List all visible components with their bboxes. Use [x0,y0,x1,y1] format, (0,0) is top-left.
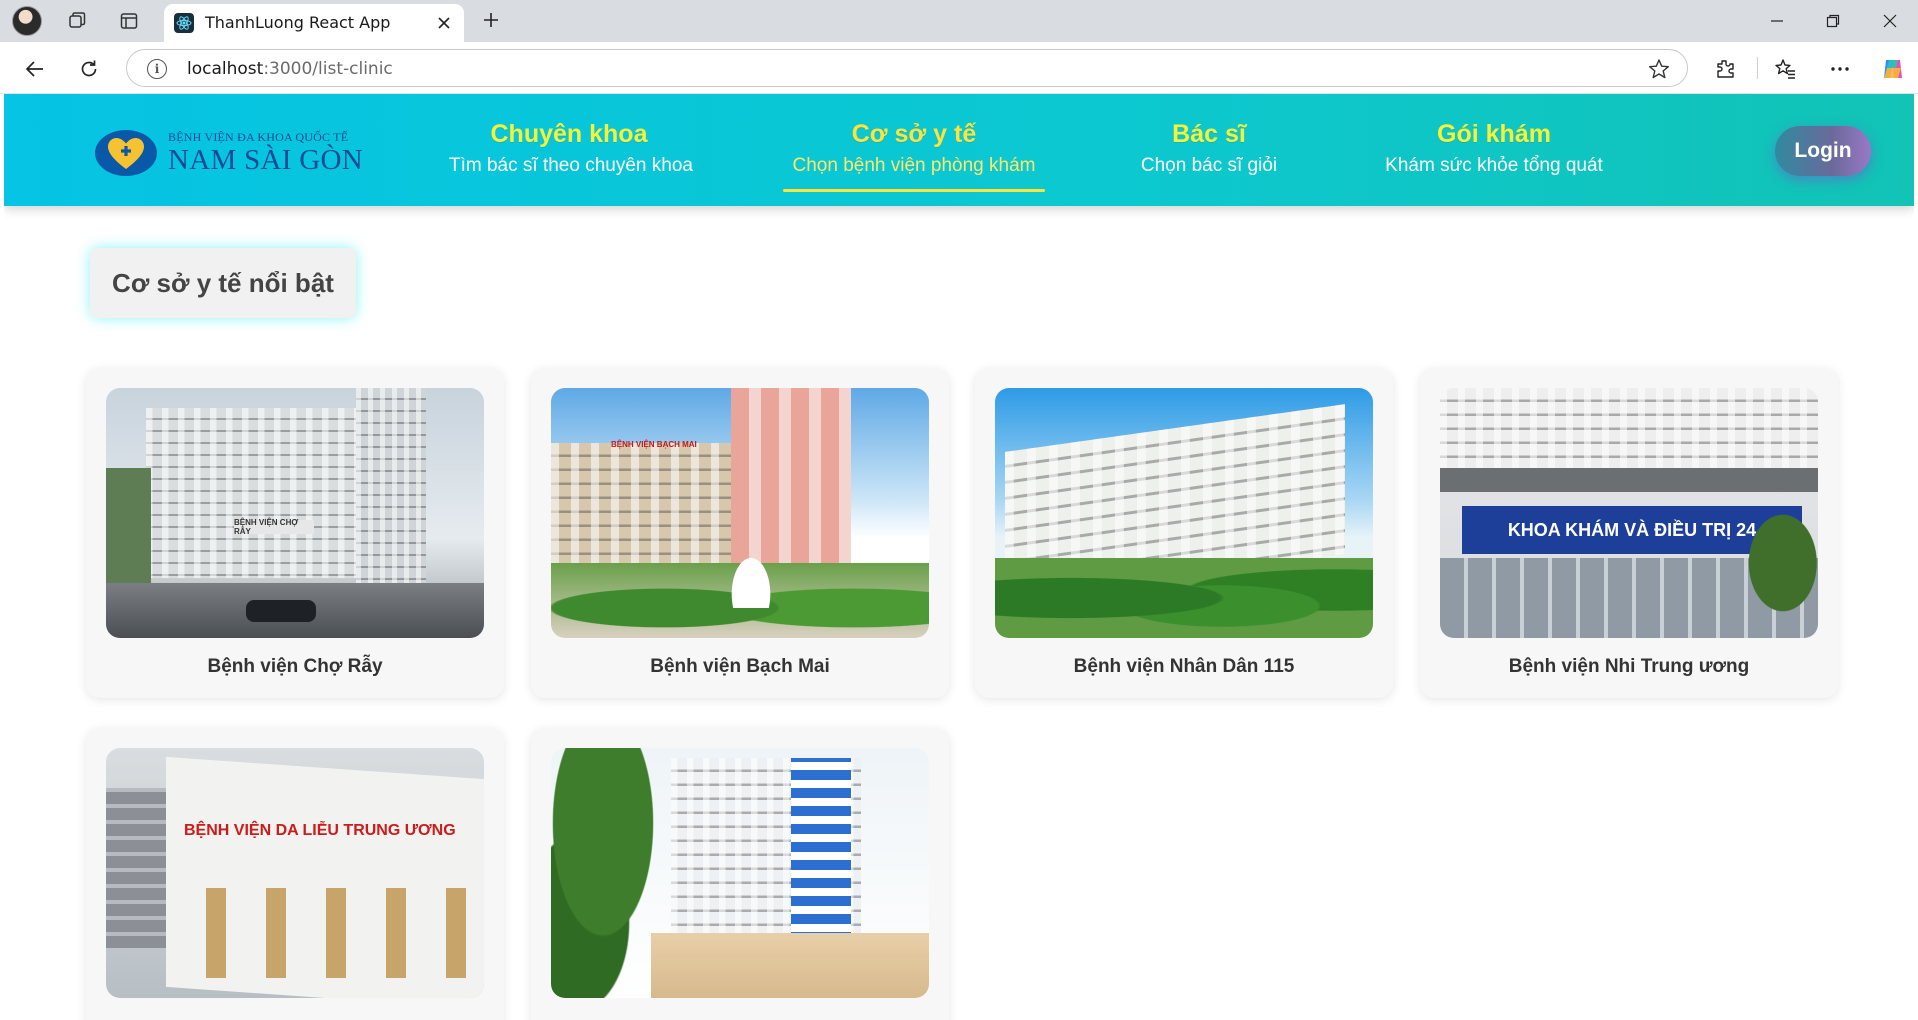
clinic-name: Bệnh viện Chợ Rẫy [207,656,383,677]
clinic-image: KHOA KHÁM VÀ ĐIỀU TRỊ 24 [1440,388,1818,638]
login-button[interactable]: Login [1775,126,1871,176]
clinic-sign: BỆNH VIỆN DA LIỄU TRUNG ƯƠNG [184,822,456,839]
clinic-card[interactable]: BỆNH VIỆN DA LIỄU TRUNG ƯƠNG [86,728,504,1020]
url-host: localhost [187,59,264,79]
clinic-sign: BỆNH VIỆN CHỢ RẪY [234,518,314,536]
new-tab-icon[interactable] [478,7,504,33]
web-page: BỆNH VIỆN ĐA KHOA QUỐC TẾ NAM SÀI GÒN Ch… [4,94,1914,1020]
tab-title: ThanhLuong React App [205,13,391,32]
profile-avatar[interactable] [12,6,42,36]
close-window-icon[interactable] [1875,8,1905,34]
browser-tab-active[interactable]: ThanhLuong React App [164,4,464,42]
nav-subtitle: Chọn bệnh viện phòng khám [792,155,1036,176]
clinic-card[interactable] [531,728,949,1020]
clinic-card[interactable]: BỆNH VIỆN BẠCH MAI Bệnh viện Bạch Mai [531,368,949,698]
more-menu-icon[interactable] [1825,54,1855,84]
nav-subtitle: Khám sức khỏe tổng quát [1385,155,1603,176]
browser-tab-strip: ThanhLuong React App [0,0,1918,42]
browser-toolbar: i localhost:3000/list-clinic [0,42,1918,94]
section-title: Cơ sở y tế nổi bật [90,248,356,318]
nav-goi-kham[interactable]: Gói khám Khám sức khỏe tổng quát [1374,120,1614,177]
logo-subtitle: BỆNH VIỆN ĐA KHOA QUỐC TẾ [168,130,349,144]
react-icon [174,13,194,33]
nav-chuyen-khoa[interactable]: Chuyên khoa Tìm bác sĩ theo chuyên khoa [449,120,693,177]
clinic-card[interactable]: Bệnh viện Nhân Dân 115 [975,368,1393,698]
clinic-sign: BỆNH VIỆN BẠCH MAI [611,440,697,449]
back-icon[interactable] [20,54,50,84]
extensions-icon[interactable] [1710,54,1740,84]
refresh-icon[interactable] [74,54,104,84]
nav-title: Bác sĩ [1172,120,1246,148]
nav-title: Chuyên khoa [490,120,648,148]
workspaces-icon[interactable] [64,8,90,34]
clinic-name: Bệnh viện Bạch Mai [650,656,830,677]
logo-title: NAM SÀI GÒN [168,144,364,176]
nav-subtitle: Tìm bác sĩ theo chuyên khoa [449,155,693,176]
address-bar[interactable]: i localhost:3000/list-clinic [126,49,1688,87]
minimize-icon[interactable] [1762,8,1792,34]
site-info-icon[interactable]: i [147,59,167,79]
clinic-card[interactable]: BỆNH VIỆN CHỢ RẪY Bệnh viện Chợ Rẫy [86,368,504,698]
nav-co-so-y-te[interactable]: Cơ sở y tế Chọn bệnh viện phòng khám [779,120,1049,177]
copilot-icon[interactable] [1878,54,1908,84]
toolbar-separator [1757,57,1758,79]
clinic-image [995,388,1373,638]
nav-title: Gói khám [1437,120,1551,148]
vertical-tabs-icon[interactable] [116,8,142,34]
active-nav-underline [783,189,1045,192]
clinic-card[interactable]: KHOA KHÁM VÀ ĐIỀU TRỊ 24 Bệnh viện Nhi T… [1420,368,1838,698]
clinic-image: BỆNH VIỆN BẠCH MAI [551,388,929,638]
clinic-image: BỆNH VIỆN DA LIỄU TRUNG ƯƠNG [106,748,484,998]
nav-bac-si[interactable]: Bác sĩ Chọn bác sĩ giỏi [1134,120,1284,177]
url-path: :3000/list-clinic [263,59,393,79]
url-text: localhost:3000/list-clinic [187,59,393,79]
clinic-image: BỆNH VIỆN CHỢ RẪY [106,388,484,638]
nav-title: Cơ sở y tế [851,120,977,148]
clinic-name: Bệnh viện Nhi Trung ương [1508,656,1750,677]
restore-icon[interactable] [1818,8,1848,34]
site-logo[interactable]: BỆNH VIỆN ĐA KHOA QUỐC TẾ NAM SÀI GÒN [94,124,363,180]
close-tab-icon[interactable] [434,13,454,33]
nav-subtitle: Chọn bác sĩ giỏi [1140,155,1278,176]
hospital-heart-icon [95,130,157,176]
clinic-name: Bệnh viện Nhân Dân 115 [1073,656,1295,677]
clinic-image [551,748,929,998]
site-header: BỆNH VIỆN ĐA KHOA QUỐC TẾ NAM SÀI GÒN Ch… [4,94,1914,206]
favorite-star-icon[interactable] [1647,57,1671,81]
favorites-icon[interactable] [1770,54,1800,84]
